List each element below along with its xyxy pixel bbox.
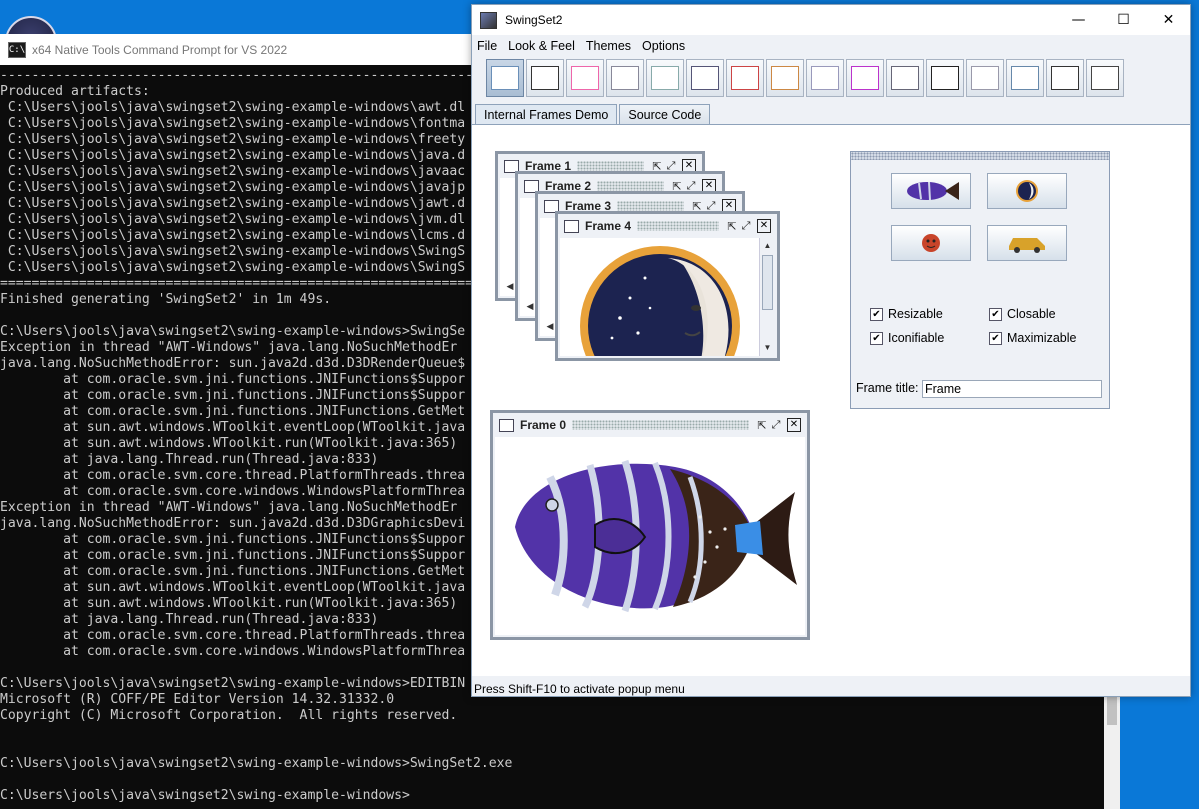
toolbar-button-table[interactable] — [1006, 59, 1044, 97]
tab-strip: Internal Frames Demo Source Code — [475, 104, 712, 125]
menu-themes[interactable]: Themes — [581, 36, 637, 56]
internal-frame-4[interactable]: Frame 4 ⇱ ⤢ ✕ ▲ ▼ — [555, 211, 780, 361]
menu-file[interactable]: File — [472, 36, 503, 56]
toolbar-button-colorchooser[interactable] — [726, 59, 764, 97]
toolbar-button-internal-frames[interactable] — [486, 59, 524, 97]
toolbar-button-list[interactable] — [646, 59, 684, 97]
create-cab-frame-button[interactable] — [987, 225, 1067, 261]
frame-title-input[interactable]: Frame — [922, 380, 1102, 398]
toolbar-button-optionpane[interactable] — [766, 59, 804, 97]
optionpane-icon — [771, 66, 799, 90]
close-frame-icon[interactable]: ✕ — [757, 219, 771, 233]
checkbox-radio-icon — [531, 66, 559, 90]
menu-bar: File Look & Feel Themes Options — [472, 36, 691, 56]
internal-frames-icon — [491, 66, 519, 90]
toolbar-button-editorpane[interactable] — [686, 59, 724, 97]
tabbedpane-icon — [971, 66, 999, 90]
demo-content-area: Frame 1 ⇱ ⤢ ✕ ◀ Frame 2 ⇱ ⤢ ✕ ◀ Frame 3 ⇱ ⤢ ✕ ◀ F… — [472, 124, 1190, 676]
list-icon — [651, 66, 679, 90]
maximize-icon[interactable]: ⤢ — [739, 219, 753, 233]
frame-icon — [499, 418, 514, 432]
slider-icon — [891, 66, 919, 90]
panel-grip[interactable] — [851, 152, 1109, 160]
create-moon-frame-button[interactable] — [987, 173, 1067, 209]
filechooser-icon — [571, 66, 599, 90]
toolbar-button-tabbedpane[interactable] — [966, 59, 1004, 97]
status-bar-text: Press Shift-F10 to activate popup menu — [474, 682, 685, 696]
fish-image — [515, 459, 797, 613]
closable-checkbox[interactable]: ✔ Closable — [989, 307, 1056, 321]
checkmark-icon: ✔ — [989, 307, 1002, 321]
menu-options[interactable]: Options — [637, 36, 691, 56]
java-app-icon — [480, 11, 497, 29]
sun-icon — [922, 234, 940, 252]
progressbar-icon — [811, 66, 839, 90]
button-ok-icon — [1051, 66, 1079, 90]
create-fish-frame-button[interactable] — [891, 173, 971, 209]
combobox-icon — [611, 66, 639, 90]
console-title: x64 Native Tools Command Prompt for VS 2… — [32, 42, 288, 57]
create-sun-frame-button[interactable] — [891, 225, 971, 261]
iconify-icon[interactable]: ⇱ — [725, 220, 739, 233]
colorchooser-icon — [731, 66, 759, 90]
taxi-icon — [1009, 238, 1045, 253]
checkmark-icon: ✔ — [989, 331, 1002, 345]
resizable-checkbox[interactable]: ✔ Resizable — [870, 307, 943, 321]
window-title: SwingSet2 — [505, 13, 563, 27]
toolbar-button-progressbar[interactable] — [806, 59, 844, 97]
close-button[interactable]: ✕ — [1146, 5, 1191, 35]
frame-title-label: Frame title: — [856, 381, 919, 395]
maximize-button[interactable]: ☐ — [1101, 5, 1146, 35]
toolbar-button-splitpane[interactable] — [926, 59, 964, 97]
maximizable-checkbox[interactable]: ✔ Maximizable — [989, 331, 1076, 345]
checkmark-icon: ✔ — [870, 307, 883, 321]
close-frame-icon[interactable]: ✕ — [787, 418, 801, 432]
table-icon — [1011, 66, 1039, 90]
splitpane-icon — [931, 66, 959, 90]
maximize-icon[interactable]: ⤢ — [769, 418, 783, 432]
frame-controls-panel: ✔ Resizable ✔ Closable ✔ Iconifiable ✔ Maxim… — [850, 151, 1110, 409]
editorpane-icon — [691, 66, 719, 90]
toolbar-button-checkbox-radio[interactable] — [526, 59, 564, 97]
command-prompt-icon: C:\ — [8, 41, 26, 58]
toolbar-button-button-ok[interactable] — [1046, 59, 1084, 97]
iconifiable-checkbox[interactable]: ✔ Iconifiable — [870, 331, 944, 345]
toolbar-button-filechooser[interactable] — [566, 59, 604, 97]
swingset2-window: SwingSet2 — ☐ ✕ File Look & Feel Themes … — [471, 4, 1191, 697]
tree-icon — [1091, 66, 1119, 90]
checkmark-icon: ✔ — [870, 331, 883, 345]
frame-title: Frame 4 — [585, 219, 632, 233]
tab-source-code[interactable]: Source Code — [619, 104, 711, 125]
moon-icon — [1016, 180, 1038, 202]
toolbar-button-tree[interactable] — [1086, 59, 1124, 97]
moon-image — [580, 246, 740, 356]
frame-title: Frame 0 — [520, 418, 567, 432]
toolbar-button-slider[interactable] — [886, 59, 924, 97]
tab-internal-frames-demo[interactable]: Internal Frames Demo — [475, 104, 618, 125]
toolbar-button-html[interactable] — [846, 59, 884, 97]
minimize-button[interactable]: — — [1056, 5, 1101, 35]
swing-title-bar[interactable]: SwingSet2 — ☐ ✕ — [472, 5, 1190, 35]
frame-vertical-scrollbar[interactable]: ▲ ▼ — [759, 238, 775, 356]
toolbar-button-combobox[interactable] — [606, 59, 644, 97]
fish-icon — [907, 181, 959, 201]
iconify-icon[interactable]: ⇱ — [755, 419, 769, 432]
internal-frame-0[interactable]: Frame 0 ⇱ ⤢ ✕ — [490, 410, 810, 640]
html-icon — [851, 66, 879, 90]
demo-toolbar — [486, 59, 1124, 99]
menu-look-and-feel[interactable]: Look & Feel — [503, 36, 581, 56]
frame-icon — [564, 219, 579, 233]
